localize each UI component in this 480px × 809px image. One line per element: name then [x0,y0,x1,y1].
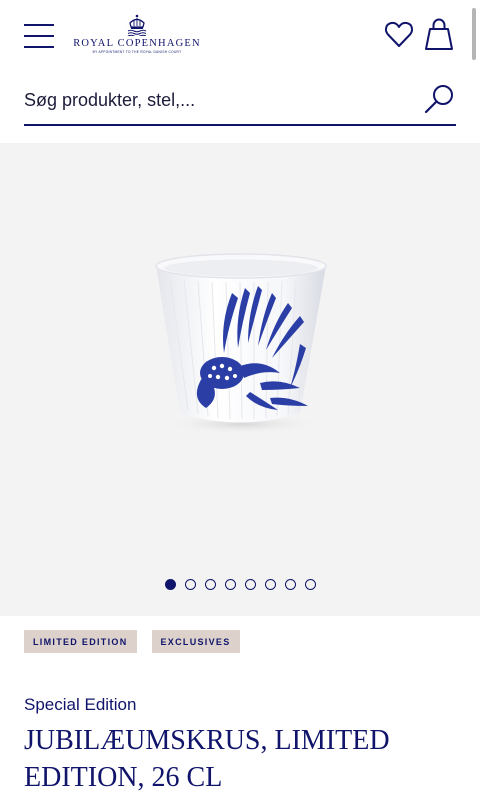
gallery-dot[interactable] [184,579,196,590]
cart-button[interactable] [424,18,454,56]
product-badges: LIMITED EDITION EXCLUSIVES [24,630,240,653]
gallery-dot[interactable] [204,579,216,590]
gallery-dot[interactable] [264,579,276,590]
gallery-dot[interactable] [284,579,296,590]
crown-icon [127,14,147,36]
search-button[interactable] [424,83,456,120]
product-gallery[interactable] [0,143,480,616]
site-header: ROYAL COPENHAGEN BY APPOINTMENT TO THE R… [0,0,480,80]
search-bar [24,80,456,126]
menu-button[interactable] [24,24,54,48]
brand-name: ROYAL COPENHAGEN [73,38,201,49]
search-input[interactable] [24,86,404,114]
shopping-bag-icon [425,18,453,50]
heart-icon [384,21,414,47]
wishlist-button[interactable] [384,20,414,53]
gallery-dot[interactable] [224,579,236,590]
gallery-dot[interactable] [244,579,256,590]
badge-limited-edition: LIMITED EDITION [24,630,137,653]
gallery-dot[interactable] [304,579,316,590]
badge-exclusives: EXCLUSIVES [151,630,240,653]
brand-logo[interactable]: ROYAL COPENHAGEN BY APPOINTMENT TO THE R… [72,14,202,58]
gallery-dot[interactable] [164,579,176,590]
gallery-pagination [0,579,480,590]
product-image [155,253,327,434]
search-icon [424,85,453,114]
product-title: JUBILÆUMSKRUS, LIMITED EDITION, 26 CL [24,725,390,793]
brand-tagline: BY APPOINTMENT TO THE ROYAL DANISH COURT [92,50,182,54]
product-edition: Special Edition [24,695,137,714]
page-scrollbar[interactable] [472,8,476,60]
